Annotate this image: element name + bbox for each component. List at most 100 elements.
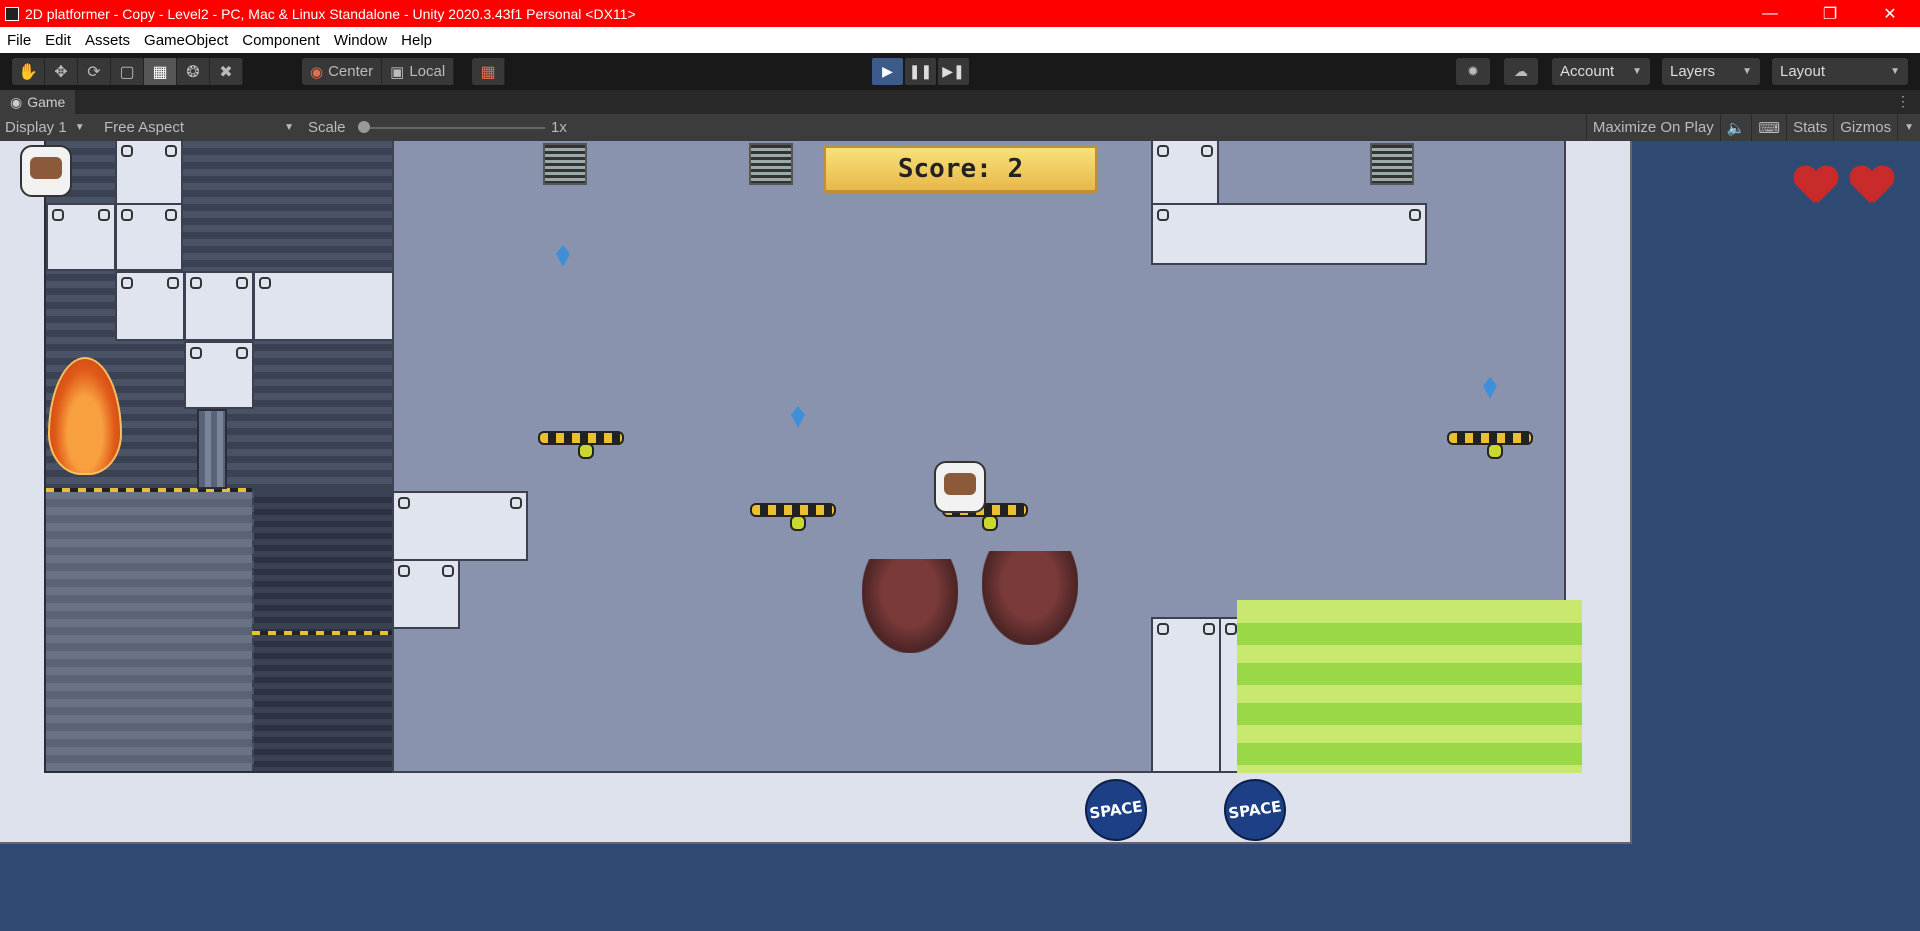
gamepad-icon: ◉ <box>10 93 23 110</box>
custom-tool-icon[interactable]: ✖ <box>210 58 243 85</box>
floating-platform <box>538 431 624 459</box>
stone-block <box>46 491 252 771</box>
move-tool-icon[interactable]: ✥ <box>45 58 78 85</box>
acid-pool <box>1237 605 1582 773</box>
display-label: Display 1 <box>5 119 67 136</box>
menu-file[interactable]: File <box>0 32 38 49</box>
heart-icon <box>1850 167 1894 207</box>
vent-grate <box>1370 143 1414 185</box>
space-logo-icon: SPACE <box>1080 774 1152 846</box>
scale-value: 1x <box>551 119 567 136</box>
metal-panel <box>115 141 183 205</box>
score-display: Score: 2 <box>823 145 1098 193</box>
main-toolbar: ✋ ✥ ⟳ ▢ ▦ ❂ ✖ ◉ Center ▣ Local ▦ ▶ ❚❚ ▶❚ ✹… <box>0 53 1920 90</box>
chevron-down-icon: ▼ <box>74 122 85 133</box>
kebab-menu-icon[interactable]: ⋮ <box>1896 93 1910 110</box>
grid-snap-icon[interactable]: ▦ <box>472 58 505 85</box>
chevron-down-icon: ▼ <box>284 122 294 133</box>
menu-window[interactable]: Window <box>327 32 394 49</box>
pivot-icon: ◉ <box>310 63 324 81</box>
chevron-down-icon: ▼ <box>1890 66 1900 77</box>
game-viewport[interactable]: Score: 2 SPACE SPACE <box>0 141 1920 931</box>
window-title: 2D platformer - Copy - Level2 - PC, Mac … <box>25 5 636 22</box>
astronaut-character-icon <box>934 461 986 513</box>
metal-panel <box>392 559 460 629</box>
rotate-tool-icon[interactable]: ⟳ <box>78 58 111 85</box>
menu-bar: File Edit Assets GameObject Component Wi… <box>0 27 1920 53</box>
menu-component[interactable]: Component <box>235 32 327 49</box>
stone-pillar <box>197 409 227 489</box>
play-controls: ▶ ❚❚ ▶❚ <box>872 58 969 85</box>
metal-panel <box>184 341 254 409</box>
transform-tool-icon[interactable]: ❂ <box>177 58 210 85</box>
account-label: Account <box>1560 63 1615 80</box>
keyboard-icon[interactable]: ⌨ <box>1751 114 1786 141</box>
metal-panel <box>1151 141 1219 205</box>
tab-game-label: Game <box>27 94 66 110</box>
alien-enemy-icon <box>982 551 1078 645</box>
services-icon[interactable]: ✹ <box>1456 58 1490 85</box>
step-icon[interactable]: ▶❚ <box>938 58 969 85</box>
metal-panel <box>46 203 116 271</box>
menu-gameobject[interactable]: GameObject <box>137 32 235 49</box>
hand-tool-icon[interactable]: ✋ <box>12 58 45 85</box>
game-view-toolbar: Display 1 ▼ Free Aspect ▼ Scale 1x Maximiz… <box>0 114 1920 141</box>
scale-slider-thumb[interactable] <box>358 121 370 133</box>
metal-panel <box>392 491 528 561</box>
vent-grate <box>749 143 793 185</box>
pivot-local-button[interactable]: ▣ Local <box>382 58 455 85</box>
tab-game[interactable]: ◉ Game <box>0 90 76 114</box>
chevron-down-icon[interactable]: ▼ <box>1897 114 1920 141</box>
window-titlebar: 2D platformer - Copy - Level2 - PC, Mac … <box>0 0 1920 27</box>
menu-edit[interactable]: Edit <box>38 32 78 49</box>
metal-panel <box>115 271 185 341</box>
layout-dropdown[interactable]: Layout ▼ <box>1772 58 1908 85</box>
pivot-center-button[interactable]: ◉ Center <box>302 58 383 85</box>
metal-panel <box>1151 617 1221 773</box>
play-icon[interactable]: ▶ <box>872 58 903 85</box>
restore-icon[interactable]: ❐ <box>1800 0 1860 27</box>
gizmos-toggle[interactable]: Gizmos <box>1833 114 1897 141</box>
hazard-stripe <box>252 631 392 635</box>
metal-panel <box>115 203 183 271</box>
maximize-on-play-toggle[interactable]: Maximize On Play <box>1585 114 1720 141</box>
panel-tabbar: ◉ Game ⋮ <box>0 90 1920 114</box>
floating-platform <box>1447 431 1533 459</box>
chevron-down-icon: ▼ <box>1742 66 1752 77</box>
account-dropdown[interactable]: Account ▼ <box>1552 58 1650 85</box>
player-astronaut-icon <box>20 145 72 197</box>
layers-dropdown[interactable]: Layers ▼ <box>1662 58 1760 85</box>
layers-label: Layers <box>1670 63 1716 80</box>
alien-enemy-icon <box>862 559 958 653</box>
scale-label: Scale <box>308 119 346 136</box>
aspect-label: Free Aspect <box>104 119 185 136</box>
display-dropdown[interactable]: Display 1 ▼ <box>5 114 85 141</box>
layout-label: Layout <box>1780 63 1826 80</box>
snap-toggle: ▦ <box>472 58 505 85</box>
transform-tools: ✋ ✥ ⟳ ▢ ▦ ❂ ✖ <box>12 58 243 85</box>
pause-icon[interactable]: ❚❚ <box>905 58 936 85</box>
metal-panel <box>184 271 254 341</box>
metal-panel <box>1151 203 1427 265</box>
chevron-down-icon: ▼ <box>1632 66 1642 77</box>
minimize-icon[interactable]: — <box>1740 0 1800 27</box>
stats-toggle[interactable]: Stats <box>1786 114 1833 141</box>
menu-help[interactable]: Help <box>394 32 439 49</box>
space-logo-icon: SPACE <box>1219 774 1291 846</box>
cloud-icon[interactable]: ☁ <box>1504 58 1538 85</box>
rect-tool-icon[interactable]: ▦ <box>144 58 177 85</box>
scale-tool-icon[interactable]: ▢ <box>111 58 144 85</box>
pivot-local-label: Local <box>409 63 446 80</box>
menu-assets[interactable]: Assets <box>78 32 137 49</box>
aspect-dropdown[interactable]: Free Aspect ▼ <box>104 114 294 141</box>
close-icon[interactable]: ✕ <box>1860 0 1920 27</box>
floating-platform <box>750 503 836 531</box>
level-world: Score: 2 SPACE SPACE <box>0 141 1632 846</box>
pivot-center-label: Center <box>328 63 374 80</box>
scale-slider-track[interactable] <box>365 127 545 129</box>
vent-grate <box>543 143 587 185</box>
mute-audio-icon[interactable]: 🔈 <box>1719 114 1752 141</box>
pivot-toggles: ◉ Center ▣ Local <box>302 58 455 85</box>
unity-icon <box>5 6 19 21</box>
heart-icon <box>1794 167 1838 207</box>
